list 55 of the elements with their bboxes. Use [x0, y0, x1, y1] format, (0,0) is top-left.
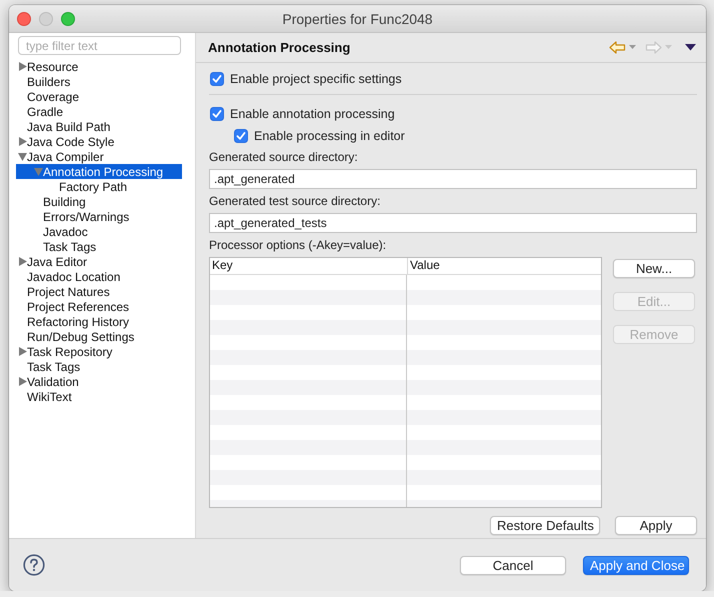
tree-item[interactable]: Javadoc [16, 224, 182, 239]
checkbox[interactable] [210, 107, 224, 121]
checkbox-label: Enable processing in editor [254, 129, 405, 143]
filter-field[interactable]: type filter text [18, 36, 181, 55]
tree-item[interactable]: Run/Debug Settings [16, 329, 182, 344]
tree-item[interactable]: Resource [16, 59, 182, 74]
tree-item[interactable]: Building [16, 194, 182, 209]
window-title: Properties for Func2048 [282, 10, 433, 26]
restore-defaults-button[interactable]: Restore Defaults [490, 516, 600, 535]
tree-item[interactable]: WikiText [16, 389, 182, 404]
column-header[interactable]: Value [408, 258, 440, 274]
checkbox-label: Enable annotation processing [230, 107, 395, 121]
tree-item[interactable]: Validation [16, 374, 182, 389]
dialog-button[interactable]: Cancel [460, 556, 566, 574]
tree-item[interactable]: Project Natures [16, 284, 182, 299]
close-button[interactable] [17, 12, 31, 26]
tree-item[interactable]: Errors/Warnings [16, 209, 182, 224]
dropdown-caret-icon[interactable] [628, 45, 637, 50]
tree-item[interactable]: Java Code Style [16, 134, 182, 149]
tree-item[interactable]: Refactoring History [16, 314, 182, 329]
triangle-right-icon[interactable] [18, 347, 27, 356]
apply-button[interactable]: Apply [615, 516, 697, 535]
tree-item[interactable]: Java Editor [16, 254, 182, 269]
default-button[interactable]: Apply and Close [583, 556, 689, 574]
zoom-button[interactable] [61, 12, 75, 26]
field-label: Generated test source directory: [209, 194, 382, 208]
tree-item[interactable]: Factory Path [16, 179, 182, 194]
page-title: Annotation Processing [208, 40, 352, 55]
tree-item[interactable]: Javadoc Location [16, 269, 182, 284]
table-label: Processor options (-Akey=value): [209, 238, 388, 252]
tree-item[interactable]: Task Tags [16, 239, 182, 254]
tree-item[interactable]: Builders [16, 74, 182, 89]
text-field[interactable]: .apt_generated_tests [209, 213, 697, 233]
triangle-right-icon[interactable] [18, 257, 27, 266]
menu-icon[interactable] [685, 44, 696, 51]
tree-item[interactable]: Gradle [16, 104, 182, 119]
text-field[interactable]: .apt_generated [209, 169, 697, 189]
tree-item[interactable]: Annotation Processing [16, 164, 182, 179]
tree-item[interactable]: Coverage [16, 89, 182, 104]
checkbox[interactable] [234, 129, 248, 143]
tree-item[interactable]: Java Build Path [16, 119, 182, 134]
tree-item[interactable]: Task Repository [16, 344, 182, 359]
field-label: Generated source directory: [209, 150, 359, 164]
help-icon[interactable] [23, 554, 45, 576]
tree-item[interactable]: Project References [16, 299, 182, 314]
table-button[interactable]: New... [613, 259, 695, 278]
checkbox[interactable] [210, 72, 224, 86]
triangle-right-icon[interactable] [18, 62, 27, 71]
triangle-right-icon[interactable] [18, 137, 27, 146]
tree-item[interactable]: Java Compiler [16, 149, 182, 164]
back-arrow-icon[interactable] [609, 41, 626, 54]
triangle-right-icon[interactable] [18, 377, 27, 386]
checkbox-label: Enable project specific settings [230, 72, 402, 86]
tree-item[interactable]: Task Tags [16, 359, 182, 374]
column-header[interactable]: Key [210, 258, 408, 274]
